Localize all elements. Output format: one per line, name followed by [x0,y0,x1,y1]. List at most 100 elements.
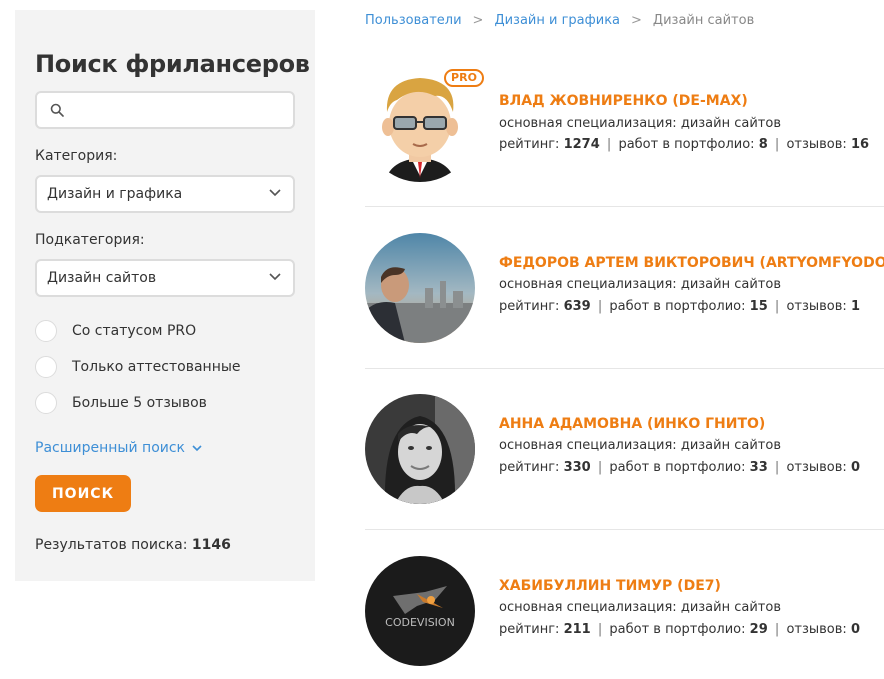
stats-separator: | [774,137,780,152]
filter-certified[interactable]: Только аттестованные [35,355,241,379]
spec-prefix: основная специализация: [499,277,677,292]
reviews-checkbox[interactable] [35,392,57,414]
category-select[interactable]: Дизайн и графика [35,175,295,213]
freelancer-specialization: основная специализация: дизайн сайтов [499,116,781,131]
reviews-value: 16 [850,137,870,152]
results-number: 1146 [191,537,231,553]
breadcrumb-separator: > [631,13,642,28]
stats-separator: | [597,460,603,475]
certified-checkbox[interactable] [35,356,57,378]
freelancer-specialization: основная специализация: дизайн сайтов [499,438,781,453]
breadcrumb-design[interactable]: Дизайн и графика [494,13,620,28]
subcategory-label: Подкатегория: [35,232,145,248]
photo-avatar-image [365,394,475,504]
logo-text: CODEVISION [385,616,455,629]
freelancer-stats: рейтинг: 639 | работ в портфолио: 15 | о… [499,299,860,314]
results-label: Результатов поиска: [35,537,188,553]
portfolio-value: 29 [749,622,768,637]
chevron-down-icon [269,189,281,197]
chevron-down-icon [192,444,202,451]
photo-avatar-image [365,233,475,343]
freelancer-name[interactable]: ФЕДОРОВ АРТЕМ ВИКТОРОВИЧ (ARTYOMFYODOROV… [499,255,884,271]
freelancer-stats: рейтинг: 1274 | работ в портфолио: 8 | о… [499,137,869,152]
freelancer-name[interactable]: ХАБИБУЛЛИН ТИМУР (DE7) [499,578,721,594]
stats-separator: | [774,299,780,314]
subcategory-select-value: Дизайн сайтов [47,270,157,286]
chevron-down-icon [269,273,281,281]
avatar[interactable] [365,72,475,182]
rating-label: рейтинг: [499,299,560,314]
sidebar-title: Поиск фрилансеров [35,50,310,78]
stats-separator: | [774,622,780,637]
subcategory-select[interactable]: Дизайн сайтов [35,259,295,297]
reviews-value: 0 [850,460,860,475]
stats-separator: | [597,622,603,637]
stats-separator: | [606,137,612,152]
card-divider [365,368,884,369]
portfolio-label: работ в портфолио: [609,622,746,637]
stats-separator: | [597,299,603,314]
search-icon [50,103,64,117]
spec-value: дизайн сайтов [680,116,781,131]
freelancer-specialization: основная специализация: дизайн сайтов [499,600,781,615]
reviews-label: отзывов: [786,460,847,475]
spec-prefix: основная специализация: [499,600,677,615]
reviews-value: 0 [850,622,860,637]
pro-checkbox[interactable] [35,320,57,342]
rating-value: 1274 [563,137,600,152]
reviews-checkbox-label: Больше 5 отзывов [72,395,207,411]
search-sidebar: Поиск фрилансеров Категория: Дизайн и гр… [15,10,315,581]
portfolio-label: работ в портфолио: [609,299,746,314]
spec-value: дизайн сайтов [680,438,781,453]
portfolio-value: 15 [749,299,768,314]
portfolio-label: работ в портфолио: [618,137,755,152]
codevision-logo-avatar: CODEVISION [365,556,475,666]
reviews-label: отзывов: [786,299,847,314]
spec-value: дизайн сайтов [680,600,781,615]
rating-label: рейтинг: [499,622,560,637]
breadcrumb-separator: > [472,13,484,28]
breadcrumb-current: Дизайн сайтов [652,13,755,28]
search-input[interactable] [73,99,283,121]
breadcrumb: Пользователи > Дизайн и графика > Дизайн… [365,13,754,28]
spec-prefix: основная специализация: [499,116,677,131]
advanced-search-link[interactable]: Расширенный поиск [35,440,202,456]
advanced-search-label: Расширенный поиск [35,440,186,456]
freelancer-stats: рейтинг: 330 | работ в портфолио: 33 | о… [499,460,860,475]
freelancer-name[interactable]: ВЛАД ЖОВНИРЕНКО (DE-MAX) [499,93,748,109]
avatar[interactable] [365,233,475,343]
results-count: Результатов поиска: 1146 [35,537,231,553]
freelancer-stats: рейтинг: 211 | работ в портфолио: 29 | о… [499,622,860,637]
certified-checkbox-label: Только аттестованные [72,359,241,375]
portfolio-value: 8 [758,137,768,152]
freelancer-name[interactable]: АННА АДАМОВНА (ИНКО ГНИТО) [499,416,765,432]
rating-value: 211 [563,622,591,637]
search-button[interactable]: ПОИСК [35,475,131,512]
portfolio-label: работ в портфолио: [609,460,746,475]
rating-value: 639 [563,299,591,314]
breadcrumb-users[interactable]: Пользователи [365,13,462,28]
reviews-label: отзывов: [786,622,847,637]
filter-reviews[interactable]: Больше 5 отзывов [35,391,207,415]
cartoon-avatar-image [365,72,475,182]
pro-badge: PRO [444,69,484,87]
category-label: Категория: [35,148,118,164]
rating-label: рейтинг: [499,460,560,475]
reviews-value: 1 [850,299,860,314]
pro-checkbox-label: Со статусом PRO [72,323,197,339]
search-field[interactable] [35,91,295,129]
freelancer-specialization: основная специализация: дизайн сайтов [499,277,781,292]
spec-prefix: основная специализация: [499,438,677,453]
spec-value: дизайн сайтов [680,277,781,292]
portfolio-value: 33 [749,460,768,475]
rating-label: рейтинг: [499,137,560,152]
stats-separator: | [774,460,780,475]
avatar[interactable]: CODEVISION [365,556,475,666]
card-divider [365,529,884,530]
reviews-label: отзывов: [786,137,847,152]
avatar[interactable] [365,394,475,504]
category-select-value: Дизайн и графика [47,186,183,202]
filter-pro[interactable]: Со статусом PRO [35,319,196,343]
card-divider [365,206,884,207]
rating-value: 330 [563,460,591,475]
